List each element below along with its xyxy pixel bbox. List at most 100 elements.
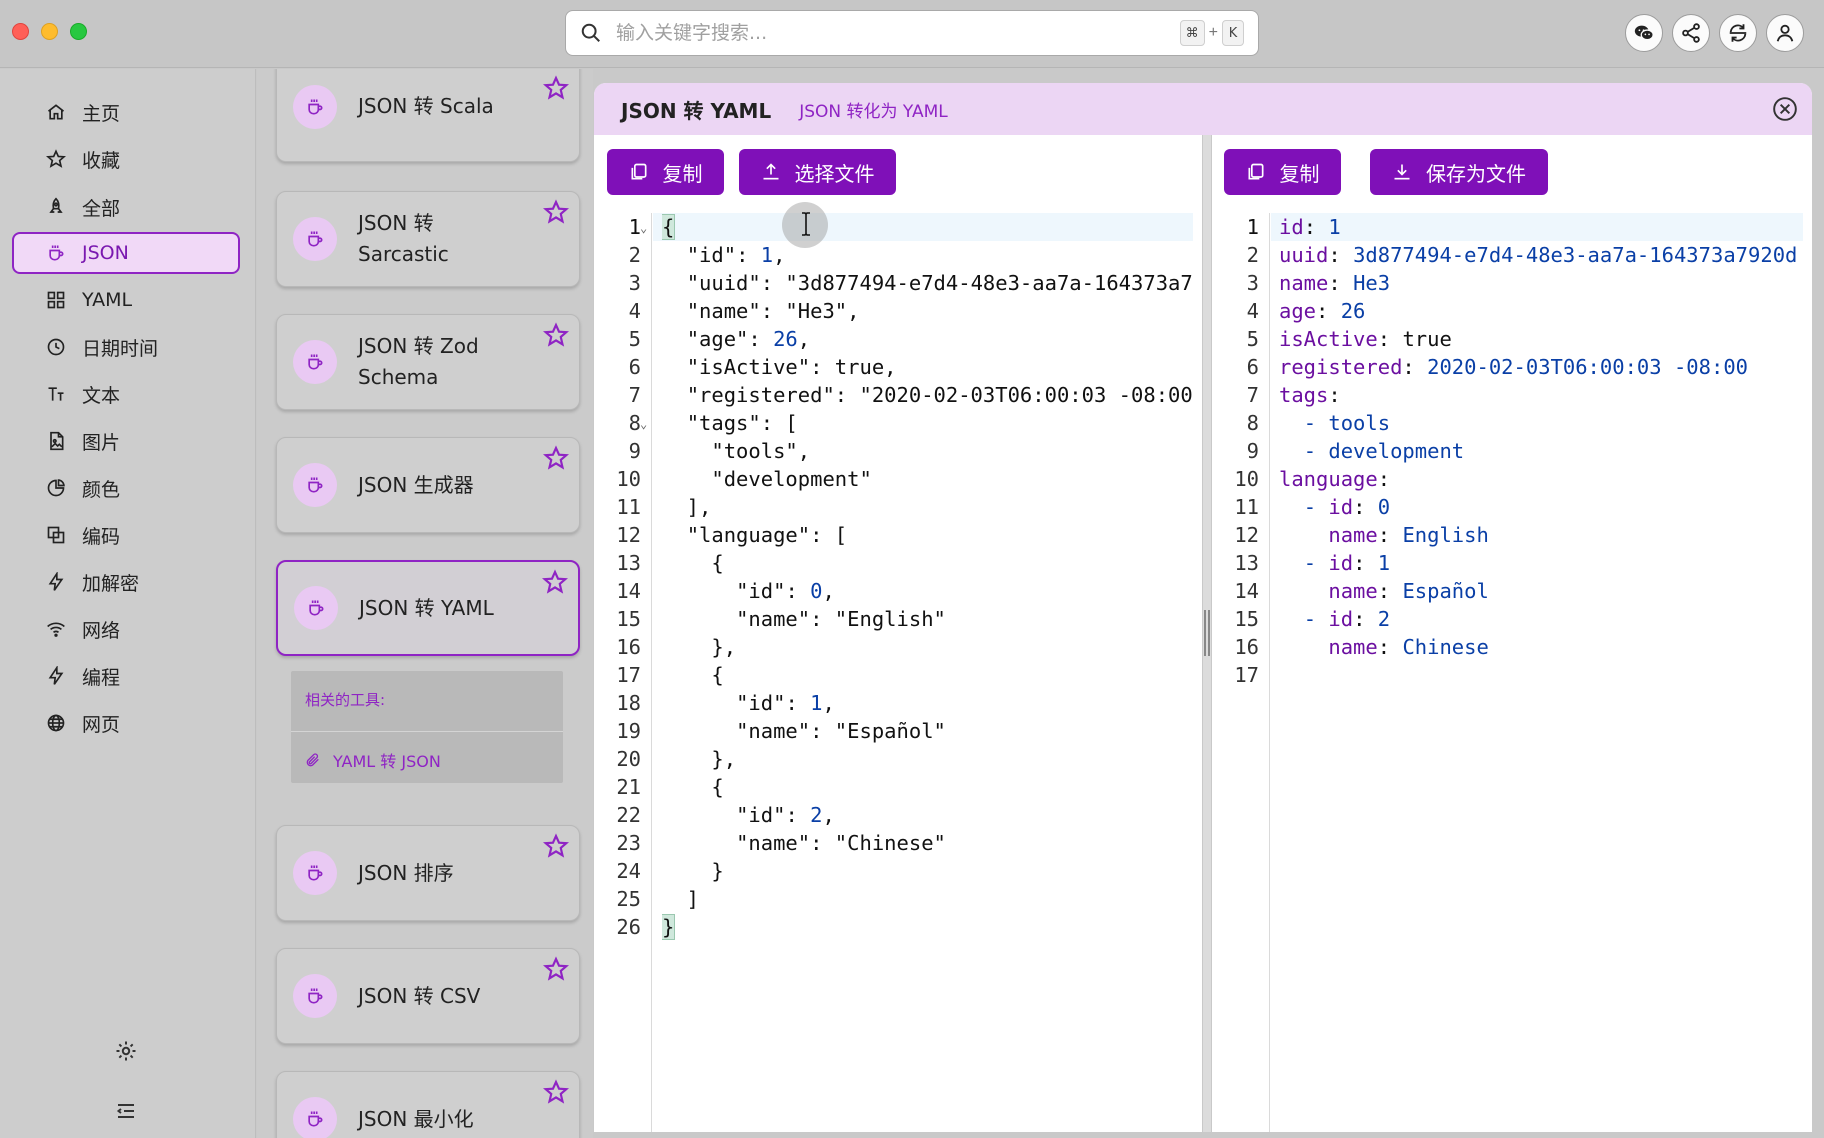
search-input[interactable] (616, 22, 1180, 44)
line-number: 22 (616, 803, 641, 827)
sidebar-item-all[interactable]: 全部 (12, 186, 240, 228)
tool-card-json-to-yaml[interactable]: JSON 转 YAML (276, 560, 580, 656)
sidebar-item-web[interactable]: 网页 (12, 702, 240, 744)
copy-output-button[interactable]: 复制 (1224, 149, 1341, 195)
minimize-window-button[interactable] (41, 23, 58, 40)
download-icon (1394, 164, 1410, 180)
fold-chevron-icon[interactable]: ⌄ (640, 221, 647, 235)
code-line: age: 26 (1279, 299, 1366, 323)
code-line: - id: 0 (1303, 495, 1391, 519)
sidebar-item-text[interactable]: 文本 (12, 373, 240, 415)
tool-card-json-to-sarcastic[interactable]: JSON 转 Sarcastic (276, 191, 580, 287)
code-line: "tools", (662, 439, 811, 463)
sidebar-item-label: 颜色 (82, 478, 121, 501)
sidebar-item-programming[interactable]: 编程 (12, 655, 240, 697)
text-cursor-icon (802, 212, 810, 236)
settings-icon[interactable] (114, 1039, 138, 1063)
copy-input-button[interactable]: 复制 (607, 149, 724, 195)
code-line: { (662, 775, 724, 799)
code-line: id: 1 (1279, 215, 1341, 239)
code-line: "development" (662, 467, 872, 491)
line-number: 25 (616, 887, 641, 911)
user-button[interactable] (1766, 14, 1804, 52)
resize-handle[interactable] (1204, 610, 1210, 656)
sidebar-item-crypto[interactable]: 加解密 (12, 561, 240, 603)
sidebar-item-home[interactable]: 主页 (12, 91, 240, 133)
title-bar: ⌘ + K (0, 0, 1824, 68)
bolt-icon (48, 666, 64, 685)
bolt-icon (48, 572, 64, 591)
sidebar-item-datetime[interactable]: 日期时间 (12, 326, 240, 368)
tool-card-json-to-scala[interactable]: JSON 转 Scala (276, 69, 580, 162)
tool-card-json-sort[interactable]: JSON 排序 (276, 825, 580, 921)
sidebar: 主页 收藏 全部 JSON YAML 日期时间 文本 图片 颜色 编码 加解密 (0, 69, 256, 1138)
line-number: 9 (1246, 439, 1259, 463)
favorite-star-icon[interactable] (543, 199, 569, 225)
pie-icon (47, 479, 65, 497)
favorite-star-icon[interactable] (543, 75, 569, 101)
home-icon (47, 104, 65, 120)
favorite-star-icon[interactable] (543, 1079, 569, 1105)
rocket-icon (49, 197, 63, 213)
favorite-star-icon[interactable] (543, 322, 569, 348)
shortcut-plus: + (1208, 24, 1218, 41)
panel-title: JSON 转 YAML (621, 98, 772, 123)
copy-icon (631, 163, 646, 180)
tool-card-json-to-zod[interactable]: JSON 转 Zod Schema (276, 314, 580, 410)
favorite-star-icon[interactable] (543, 445, 569, 471)
yaml-output-editor[interactable]: 1 2 3 4 5 6 7 8 9 10 11 12 13 14 15 16 17 id: 1 uuid: 3d8… (1224, 213, 1812, 1132)
save-file-button[interactable]: 保存为文件 (1370, 149, 1548, 195)
code-line: "registered": "2020-02-03T06:00:03 -08:0… (686, 383, 1192, 407)
upload-icon (763, 163, 778, 180)
line-number: 7 (628, 383, 641, 407)
sidebar-item-label: 网络 (82, 619, 121, 642)
wechat-button[interactable] (1625, 14, 1663, 52)
favorite-star-icon[interactable] (542, 569, 568, 595)
sidebar-item-label: 日期时间 (82, 337, 159, 360)
select-file-button[interactable]: 选择文件 (739, 149, 896, 195)
tool-icon-bg (293, 463, 337, 507)
share-button[interactable] (1672, 14, 1710, 52)
line-number: 24 (616, 859, 641, 883)
sidebar-item-encoding[interactable]: 编码 (12, 514, 240, 556)
favorite-star-icon[interactable] (543, 833, 569, 859)
sidebar-item-network[interactable]: 网络 (12, 608, 240, 650)
sidebar-item-label: 收藏 (82, 149, 121, 172)
tool-icon-bg (293, 974, 337, 1018)
text-icon (48, 387, 64, 401)
code-line: }, (662, 747, 737, 771)
sidebar-item-color[interactable]: 颜色 (12, 467, 240, 509)
sidebar-item-yaml[interactable]: YAML (12, 279, 240, 321)
sidebar-item-label: 文本 (82, 384, 121, 407)
line-number: 21 (616, 775, 641, 799)
close-icon[interactable] (1772, 96, 1798, 122)
shortcut-cmd-key: ⌘ (1179, 20, 1205, 46)
line-number: 3 (628, 271, 641, 295)
fold-chevron-icon[interactable]: ⌄ (640, 417, 647, 431)
sync-icon (1729, 24, 1747, 42)
sidebar-item-json[interactable]: JSON (12, 232, 240, 274)
tool-card-json-to-csv[interactable]: JSON 转 CSV (276, 948, 580, 1044)
json-input-editor[interactable]: 1 2 3 4 5 6 7 8 9 10 11 12 13 14 15 16 17 18 19 20 21 22 23 24 2… (607, 213, 1202, 1132)
tool-card-json-minify[interactable]: JSON 最小化 (276, 1071, 580, 1138)
related-tool-link[interactable]: YAML 转 JSON (305, 748, 441, 772)
zoom-window-button[interactable] (70, 23, 87, 40)
close-window-button[interactable] (12, 23, 29, 40)
share-icon (1682, 23, 1700, 43)
line-number: 14 (1234, 579, 1259, 603)
search-box[interactable]: ⌘ + K (565, 10, 1259, 56)
code-line: "name": "Chinese" (736, 831, 946, 855)
collapse-menu-icon[interactable] (114, 1099, 138, 1123)
sync-button[interactable] (1719, 14, 1757, 52)
tool-card-json-generator[interactable]: JSON 生成器 (276, 437, 580, 533)
favorite-star-icon[interactable] (543, 956, 569, 982)
line-number: 4 (628, 299, 641, 323)
select-file-label: 选择文件 (794, 161, 875, 186)
copy-label: 复制 (662, 161, 703, 186)
line-number: 2 (628, 243, 641, 267)
sidebar-item-image[interactable]: 图片 (12, 420, 240, 462)
tool-icon-bg (293, 340, 337, 384)
sidebar-item-favorites[interactable]: 收藏 (12, 138, 240, 180)
tool-panel: JSON 转 YAML JSON 转化为 YAML 复制 选择文件 复制 保存为… (594, 83, 1812, 1132)
